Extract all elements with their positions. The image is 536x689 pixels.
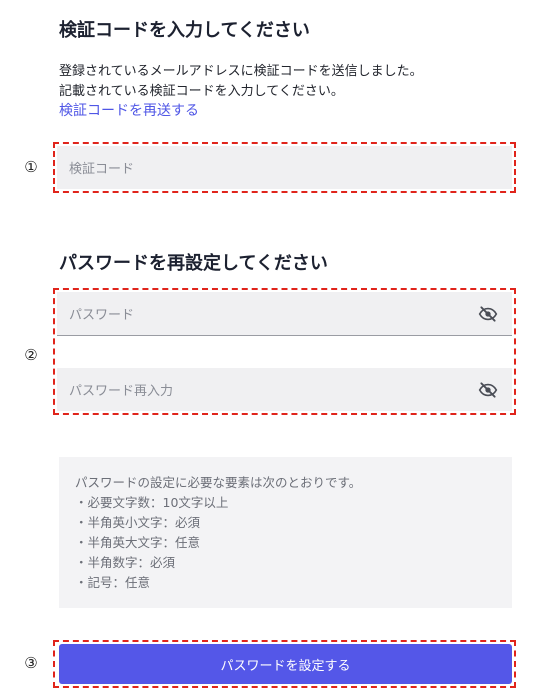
verify-description: 登録されているメールアドレスに検証コードを送信しました。 記載されている検証コー… bbox=[59, 62, 423, 102]
reset-title: パスワードを再設定してください bbox=[59, 253, 328, 274]
requirement-item: ・半角数字：必須 bbox=[75, 555, 176, 570]
verify-description-line1: 登録されているメールアドレスに検証コードを送信しました。 bbox=[59, 64, 423, 79]
verify-title: 検証コードを入力してください bbox=[59, 20, 310, 41]
annotation-marker-3: ③ bbox=[24, 654, 38, 672]
eye-slash-icon[interactable] bbox=[478, 304, 498, 324]
password-input[interactable]: パスワード bbox=[57, 292, 512, 336]
requirement-item: ・半角英小文字：必須 bbox=[75, 515, 201, 530]
set-password-button[interactable]: パスワードを設定する bbox=[59, 644, 512, 684]
verify-description-line2: 記載されている検証コードを入力してください。 bbox=[59, 84, 344, 99]
verification-code-input[interactable]: 検証コード bbox=[57, 146, 512, 189]
password-requirements: パスワードの設定に必要な要素は次のとおりです。 ・必要文字数：10文字以上 ・半… bbox=[59, 457, 512, 608]
requirement-item: ・必要文字数：10文字以上 bbox=[75, 495, 229, 510]
password-confirm-input[interactable]: パスワード再入力 bbox=[57, 368, 512, 411]
resend-code-link[interactable]: 検証コードを再送する bbox=[59, 100, 199, 120]
requirement-item: ・記号：任意 bbox=[75, 575, 151, 590]
password-placeholder: パスワード bbox=[69, 308, 135, 323]
verification-code-placeholder: 検証コード bbox=[69, 162, 135, 177]
requirement-item: ・半角英大文字：任意 bbox=[75, 535, 201, 550]
annotation-marker-2: ② bbox=[24, 346, 38, 364]
eye-slash-icon[interactable] bbox=[478, 380, 498, 400]
annotation-marker-1: ① bbox=[24, 158, 38, 176]
password-confirm-placeholder: パスワード再入力 bbox=[69, 384, 174, 399]
requirements-intro: パスワードの設定に必要な要素は次のとおりです。 bbox=[75, 475, 362, 490]
